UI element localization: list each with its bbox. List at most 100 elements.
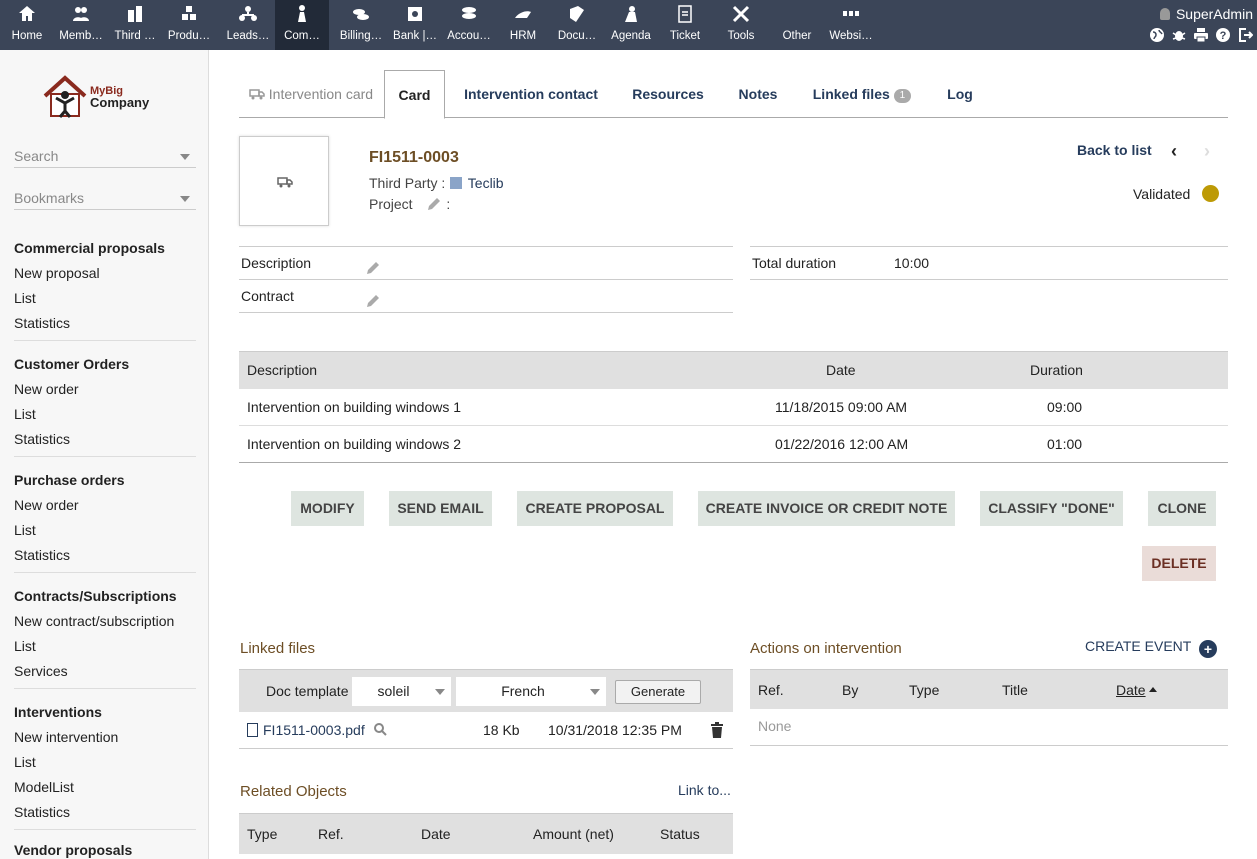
billing-icon (334, 4, 388, 26)
sidebar-item[interactable]: New proposal (14, 261, 196, 286)
sidebar-section-title[interactable]: Customer Orders (14, 352, 196, 377)
doc-template-bar: Doc template soleil French Generate (239, 669, 733, 712)
other-icon (770, 4, 824, 26)
sidebar-item[interactable]: List (14, 518, 196, 543)
line-description: Intervention on building windows 1 (247, 399, 462, 415)
edit-project-icon[interactable] (426, 196, 442, 212)
sidebar-item[interactable]: List (14, 750, 196, 775)
help-icon[interactable]: ? (1215, 27, 1231, 43)
website-icon (824, 4, 878, 26)
user-menu[interactable]: SuperAdmin (1159, 6, 1253, 22)
trash-icon[interactable] (710, 722, 724, 741)
sidebar-item[interactable]: List (14, 402, 196, 427)
menu-home[interactable]: Home (0, 0, 54, 50)
sidebar-item[interactable]: New order (14, 493, 196, 518)
col-description: Description (247, 362, 318, 378)
line-date: 11/18/2015 09:00 AM (775, 399, 908, 415)
accounting-icon (442, 4, 496, 26)
generate-button[interactable]: Generate (615, 680, 701, 704)
tab-resources[interactable]: Resources (623, 70, 713, 118)
sidebar-section-title[interactable]: Interventions (14, 700, 196, 725)
next-arrow-icon: › (1204, 141, 1210, 161)
sidebar-item[interactable]: New contract/subscription (14, 609, 196, 634)
tab-intervention-card[interactable]: Intervention card (239, 70, 383, 118)
sort-asc-icon (1149, 687, 1157, 692)
template-select[interactable]: soleil (352, 677, 451, 706)
file-link[interactable]: FI1511-0003.pdf (263, 722, 365, 738)
menu-label: HRM (509, 30, 537, 42)
col-type: Type (247, 826, 278, 842)
delete-button[interactable]: DELETE (1142, 546, 1216, 581)
sidebar-item[interactable]: Statistics (14, 543, 196, 568)
menu-com[interactable]: Com… (275, 0, 329, 50)
tab-notes[interactable]: Notes (729, 70, 787, 118)
total-duration-label: Total duration (752, 255, 837, 271)
bug-icon[interactable] (1171, 27, 1187, 43)
bookmarks-select[interactable]: Bookmarks (14, 186, 196, 210)
sidebar-item[interactable]: New intervention (14, 725, 196, 750)
template-value: soleil (377, 683, 410, 699)
menu-label: Third … (114, 30, 156, 42)
sidebar-item[interactable]: Statistics (14, 800, 196, 825)
sidebar-item[interactable]: Statistics (14, 427, 196, 452)
create-event-label: CREATE EVENT (1085, 638, 1192, 654)
menu-leads[interactable]: Leads… (221, 0, 275, 50)
table-row: Intervention on building windows 1 11/18/… (239, 389, 1228, 426)
menu-bank[interactable]: Bank |… (388, 0, 442, 50)
menu-tools[interactable]: Tools (714, 0, 768, 50)
link-to-link[interactable]: Link to... (678, 782, 731, 798)
classify-done-button[interactable]: CLASSIFY "DONE" (980, 491, 1123, 526)
company-logo[interactable]: MyBig Company (42, 72, 172, 122)
menu-websi[interactable]: Websi… (824, 0, 878, 50)
sidebar-section-title[interactable]: Commercial proposals (14, 236, 196, 261)
sidebar-item[interactable]: New order (14, 377, 196, 402)
preview-icon[interactable] (373, 722, 387, 739)
third-party-link[interactable]: Teclib (468, 175, 504, 191)
menu-memb[interactable]: Memb… (54, 0, 108, 50)
tab-log[interactable]: Log (935, 70, 985, 118)
language-select[interactable]: French (456, 677, 606, 706)
sidebar-section-title[interactable]: Vendor proposals (14, 838, 196, 859)
menu-other[interactable]: Other (770, 0, 824, 50)
sidebar-item[interactable]: List (14, 286, 196, 311)
send-email-button[interactable]: SEND EMAIL (389, 491, 492, 526)
edit-contract-icon[interactable] (365, 288, 381, 307)
create-proposal-button[interactable]: CREATE PROPOSAL (517, 491, 673, 526)
sidebar-item[interactable]: Services (14, 659, 196, 684)
sidebar-section-title[interactable]: Purchase orders (14, 468, 196, 493)
tab-linked-files[interactable]: Linked files 1 (805, 70, 919, 118)
clone-button[interactable]: CLONE (1148, 491, 1216, 526)
menu-ticket[interactable]: Ticket (658, 0, 712, 50)
language-value: French (501, 683, 545, 699)
tab-card[interactable]: Card (384, 70, 445, 119)
edit-description-icon[interactable] (365, 255, 381, 274)
search-label: Search (14, 148, 59, 164)
tab-intervention-contact[interactable]: Intervention contact (454, 70, 608, 118)
col-status: Status (660, 826, 700, 842)
sidebar-section-title[interactable]: Contracts/Subscriptions (14, 584, 196, 609)
sidebar-item[interactable]: ModelList (14, 775, 196, 800)
menu-third[interactable]: Third … (108, 0, 162, 50)
create-invoice-button[interactable]: CREATE INVOICE OR CREDIT NOTE (698, 491, 955, 526)
menu-docu[interactable]: Docu… (550, 0, 604, 50)
globe-icon[interactable] (1149, 27, 1165, 43)
col-date-sort[interactable]: Date (1116, 682, 1146, 698)
col-type: Type (909, 682, 940, 698)
object-photo (239, 136, 329, 226)
menu-produ[interactable]: Produ… (162, 0, 216, 50)
back-to-list-link[interactable]: Back to list (1077, 142, 1152, 158)
menu-agenda[interactable]: Agenda (604, 0, 658, 50)
previous-arrow-icon[interactable]: ‹ (1171, 141, 1177, 162)
third-party-label: Third Party : (369, 175, 446, 191)
print-icon[interactable] (1193, 27, 1209, 43)
menu-accou[interactable]: Accou… (442, 0, 496, 50)
logout-icon[interactable] (1237, 27, 1254, 43)
search-select[interactable]: Search (14, 144, 196, 168)
sidebar-item[interactable]: List (14, 634, 196, 659)
sidebar-item[interactable]: Statistics (14, 311, 196, 336)
create-event-button[interactable]: CREATE EVENT + (1085, 638, 1217, 658)
menu-hrm[interactable]: HRM (496, 0, 550, 50)
col-by: By (842, 682, 859, 698)
modify-button[interactable]: MODIFY (291, 491, 364, 526)
menu-billing[interactable]: Billing… (334, 0, 388, 50)
